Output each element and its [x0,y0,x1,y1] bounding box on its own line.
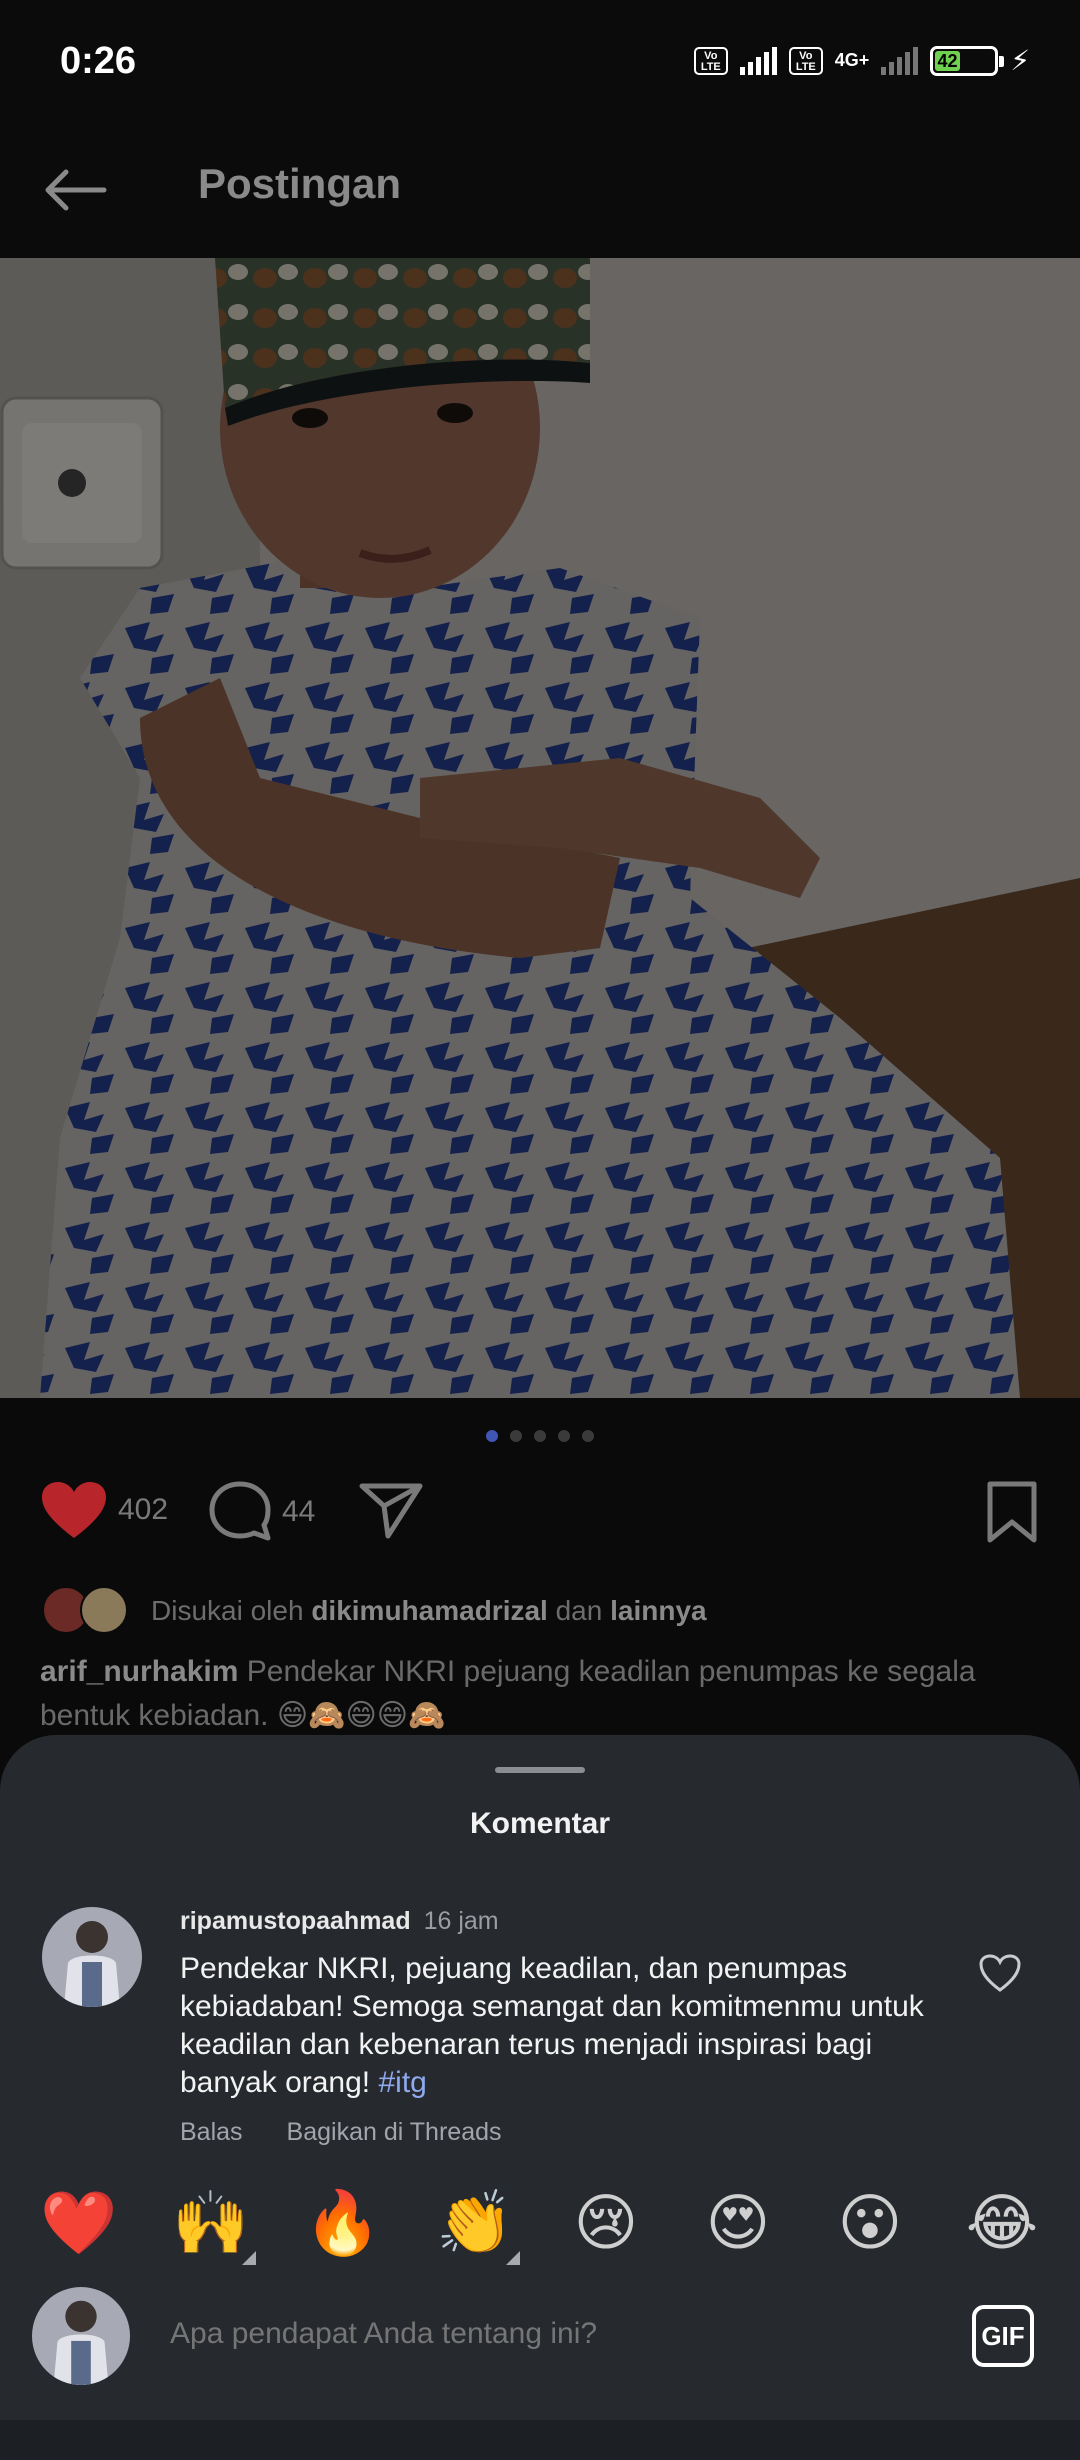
reaction-raising-hands[interactable]: 🙌 [172,2185,256,2265]
arrow-left-icon [45,169,107,211]
signal-icon [739,46,777,75]
signal-icon-2 [881,46,919,75]
like-action[interactable]: 402 [40,1480,168,1540]
carousel-dot [558,1430,570,1442]
share-threads-button[interactable]: Bagikan di Threads [287,2118,502,2147]
post-actions: 402 44 [40,1480,1040,1560]
comment-meta: ripamustopaahmad 16 jam [180,1907,940,1936]
reaction-laughing[interactable]: 😂 [964,2185,1040,2261]
status-icons: Vo LTE Vo LTE 4G+ 42 ⚡ [693,44,1030,77]
comment-bubble-icon [209,1481,271,1541]
comment-hashtag[interactable]: #itg [378,2066,426,2099]
post-photo[interactable] [0,258,1080,1398]
reaction-crying[interactable]: 😢 [568,2185,644,2261]
comments-count: 44 [282,1495,316,1528]
battery-icon: 42 [930,45,1005,76]
likes-count: 402 [118,1493,169,1526]
battery-level: 42 [935,50,960,71]
send-icon [359,1483,423,1539]
sheet-grabber[interactable] [495,1767,585,1773]
charging-icon: ⚡ [1010,45,1030,76]
reaction-heart[interactable]: ❤️ [40,2185,117,2261]
save-action[interactable] [984,1480,1040,1544]
comment-username[interactable]: ripamustopaahmad [180,1907,411,1935]
post-caption: arif_nurhakim Pendekar NKRI pejuang kead… [40,1650,1040,1738]
app-header: Postingan [0,130,1080,258]
heart-filled-icon [42,1482,106,1538]
carousel-indicator [0,1430,1080,1442]
reaction-surprised[interactable]: 😮 [832,2185,908,2261]
comment-text: Pendekar NKRI, pejuang keadilan, dan pen… [180,1952,924,2099]
caption-username[interactable]: arif_nurhakim [40,1655,238,1688]
reaction-fire[interactable]: 🔥 [304,2185,381,2261]
comment-input[interactable] [170,2317,930,2351]
page-title: Postingan [198,160,402,207]
carousel-dot [486,1430,498,1442]
comment-like-button[interactable] [978,1953,1022,1993]
reaction-raising-hands-glyph: 🙌 [172,2186,250,2259]
sheet-title: Komentar [469,1807,611,1840]
comment-body: ripamustopaahmad 16 jam Pendekar NKRI, p… [180,1907,940,2147]
my-avatar [32,2287,130,2385]
comment-action[interactable]: 44 [208,1480,315,1544]
commenter-avatar[interactable] [42,1907,142,2007]
reply-button[interactable]: Balas [180,2118,243,2147]
reaction-heart-eyes[interactable]: 😍 [700,2185,776,2261]
bookmark-icon [987,1481,1037,1543]
liked-by-prefix: Disukai oleh [151,1595,304,1626]
comments-sheet: Komentar ripamustopaahmad 16 jam Pendeka… [0,1735,1080,2460]
comment-text-wrap: Pendekar NKRI, pejuang keadilan, dan pen… [180,1950,940,2102]
comment-links: Balas Bagikan di Threads [180,2118,940,2147]
liked-by-avatars [42,1586,137,1636]
back-button[interactable] [40,160,110,220]
network-type: 4G+ [834,50,870,70]
gif-button[interactable]: GIF [972,2305,1034,2367]
comment-composer: GIF [32,2287,1048,2391]
share-action[interactable] [358,1480,424,1540]
carousel-dot [510,1430,522,1442]
liked-by-and: dan [555,1595,603,1626]
carousel-dot [582,1430,594,1442]
reaction-clap[interactable]: 👏 [436,2185,520,2265]
liked-by[interactable]: Disukai oleh dikimuhamadrizal dan lainny… [42,1586,707,1636]
heart-outline-icon [979,1954,1021,1992]
reaction-clap-glyph: 👏 [436,2186,514,2259]
avatar [80,1586,128,1634]
liked-by-user[interactable]: dikimuhamadrizal [311,1595,548,1627]
volte-icon: Vo LTE [693,46,728,75]
volte-icon-2: Vo LTE [788,46,823,75]
liked-by-more[interactable]: lainnya [610,1595,706,1627]
status-time: 0:26 [60,40,137,82]
status-bar: 0:26 Vo LTE Vo LTE 4G+ 42 ⚡ [0,0,1080,130]
system-nav-bar [0,2420,1080,2460]
comment-time: 16 jam [423,1907,499,1935]
quick-reactions: ❤️ 🙌 🔥 👏 😢 😍 😮 😂 [40,2185,1040,2265]
carousel-dot [534,1430,546,1442]
